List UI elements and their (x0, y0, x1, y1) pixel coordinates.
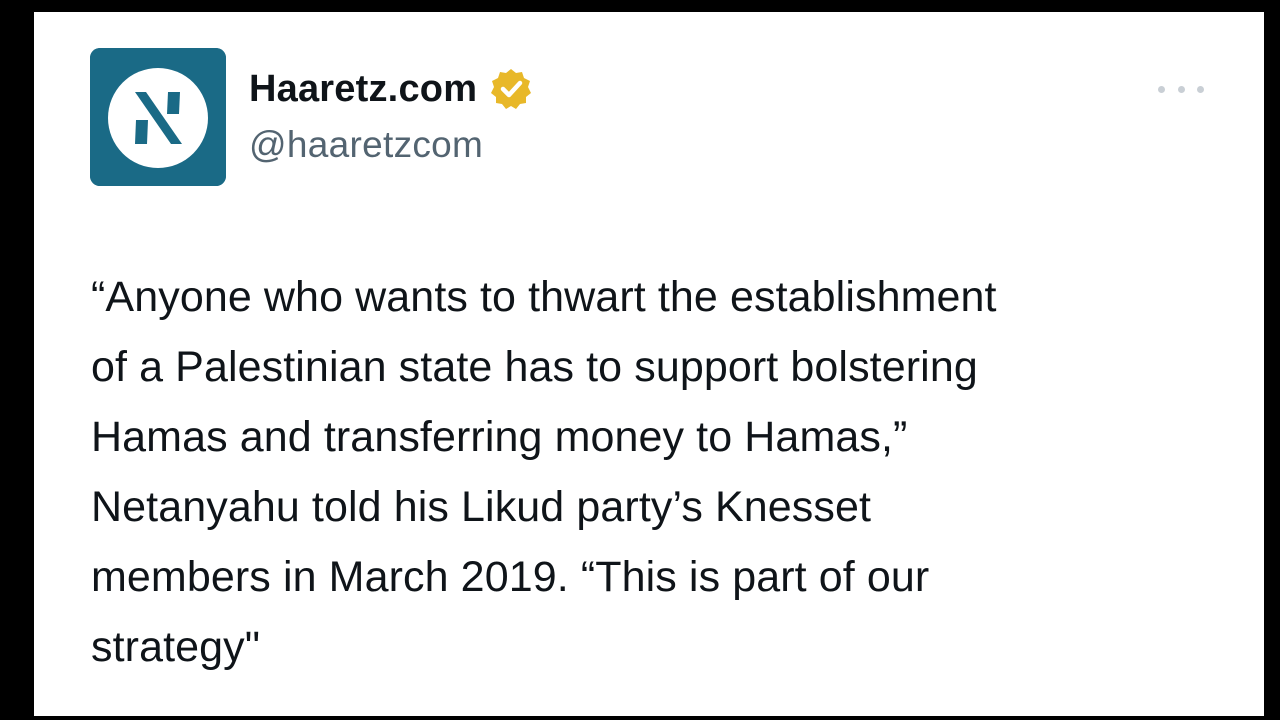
more-dot (1197, 85, 1204, 93)
author-avatar[interactable] (90, 48, 226, 186)
author-name-row: Haaretz.com (249, 64, 533, 114)
tweet-card: Haaretz.com @haaretzcom “Anyone who want… (34, 12, 1264, 716)
author-handle[interactable]: @haaretzcom (249, 124, 533, 166)
author-display-name[interactable]: Haaretz.com (249, 68, 477, 111)
tweet-text: “Anyone who wants to thwart the establis… (91, 273, 997, 671)
verified-badge-icon (489, 67, 533, 111)
more-dot (1158, 85, 1165, 93)
more-dot (1177, 85, 1185, 93)
haaretz-logo-icon (90, 48, 226, 186)
more-options-icon[interactable] (1158, 74, 1204, 104)
author-info: Haaretz.com @haaretzcom (249, 64, 533, 166)
